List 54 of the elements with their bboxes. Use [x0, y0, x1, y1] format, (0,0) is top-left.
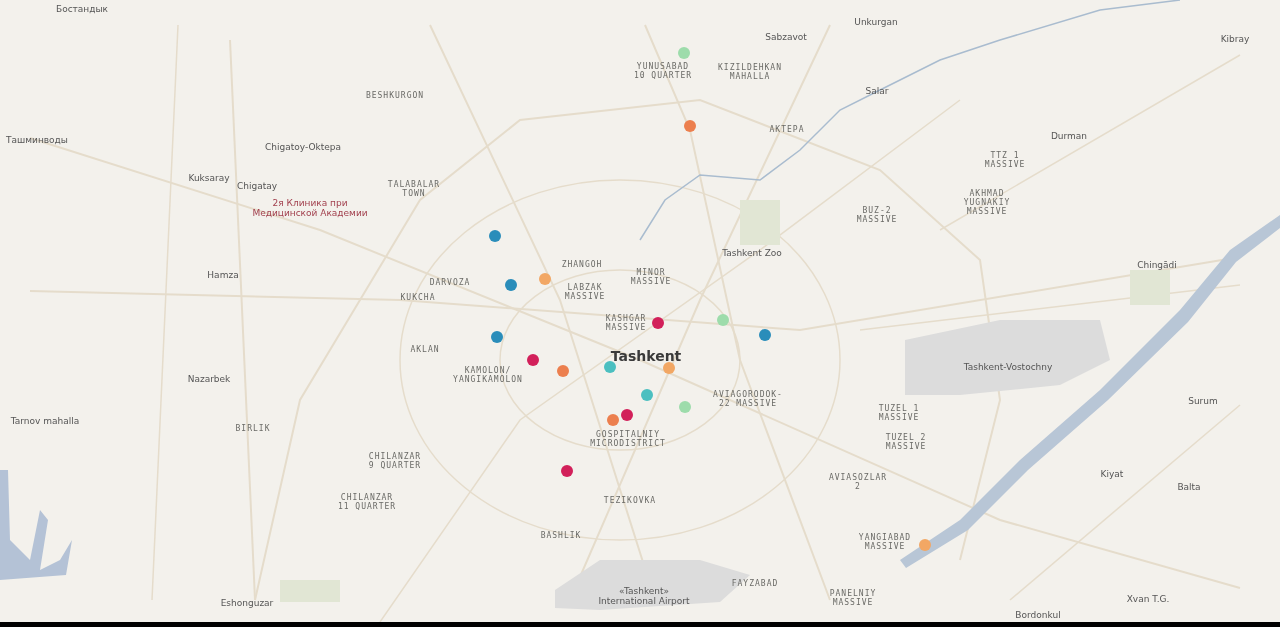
- district-label: BUZ-2 MASSIVE: [856, 205, 898, 225]
- district-label: TTZ 1 MASSIVE: [984, 150, 1026, 170]
- place-label: Chigatay: [236, 180, 278, 192]
- district-label: YUNUSABAD 10 QUARTER: [633, 61, 693, 81]
- place-label: Surum: [1188, 395, 1218, 407]
- district-label: BIRLIK: [235, 424, 271, 434]
- place-label: Xvan T.G.: [1126, 593, 1170, 605]
- district-label: TEZIKOVKA: [603, 496, 657, 506]
- place-label: Бостандык: [56, 3, 108, 15]
- clinic-label: 2я Клиника при Медицинской Академии: [252, 197, 368, 219]
- district-label: MINOR MASSIVE: [630, 267, 672, 287]
- district-label: FAYZABAD: [731, 579, 779, 589]
- district-label: BASHLIK: [540, 531, 582, 541]
- place-label: Tashkent Zoo: [722, 247, 782, 259]
- place-label: Salar: [865, 85, 889, 97]
- city-label: Tashkent: [610, 347, 682, 365]
- district-label: ZHANGOH: [561, 260, 603, 270]
- place-label: Eshonguzar: [220, 597, 274, 609]
- place-label: Chingādi: [1137, 259, 1177, 271]
- place-label: Kuksaray: [188, 172, 230, 184]
- place-label: «Tashkent» International Airport: [598, 585, 690, 607]
- district-label: AKLAN: [410, 345, 440, 355]
- district-label: KIZILDEHKAN MAHALLA: [718, 62, 782, 82]
- district-label: KASHGAR MASSIVE: [605, 313, 647, 333]
- district-label: LABZAK MASSIVE: [564, 282, 606, 302]
- district-label: DARVOZA: [429, 278, 471, 288]
- district-label: KUKCHA: [400, 293, 436, 303]
- place-label: Balta: [1177, 481, 1201, 493]
- place-label: Durman: [1050, 130, 1088, 142]
- place-label: Ташминводы: [6, 134, 68, 146]
- district-label: YANGIABAD MASSIVE: [858, 532, 912, 552]
- place-label: Tashkent-Vostochny: [963, 361, 1053, 373]
- district-label: KAMOLON/ YANGIKAMOLON: [453, 365, 523, 385]
- place-label: Unkurgan: [854, 16, 898, 28]
- district-label: AKHMAD YUGNAKIY MASSIVE: [963, 189, 1011, 217]
- district-label: AVIASOZLAR 2: [828, 472, 888, 492]
- district-label: TUZEL 1 MASSIVE: [878, 403, 920, 423]
- place-label: Tarnov mahalla: [10, 415, 80, 427]
- district-label: CHILANZAR 9 QUARTER: [368, 451, 422, 471]
- district-label: CHILANZAR 11 QUARTER: [337, 492, 397, 512]
- place-label: Sabzavot: [765, 31, 807, 43]
- place-label: Chigatoy-Oktepa: [265, 141, 341, 153]
- district-label: AKTEPA: [769, 125, 805, 135]
- district-label: TALABALAR TOWN: [387, 179, 441, 199]
- district-label: AVIAGORODOK- 22 MASSIVE: [713, 389, 783, 409]
- place-label: Kibray: [1220, 33, 1250, 45]
- district-label: GOSPITALNIY MICRODISTRICT: [590, 429, 666, 449]
- place-label: Hamza: [207, 269, 239, 281]
- district-label: BESHKURGON: [365, 91, 425, 101]
- place-label: Kiyat: [1100, 468, 1124, 480]
- district-label: TUZEL 2 MASSIVE: [885, 432, 927, 452]
- district-label: PANELNIY MASSIVE: [829, 588, 877, 608]
- place-label: Bordonkul: [1015, 609, 1061, 621]
- place-label: Nazarbek: [187, 373, 231, 385]
